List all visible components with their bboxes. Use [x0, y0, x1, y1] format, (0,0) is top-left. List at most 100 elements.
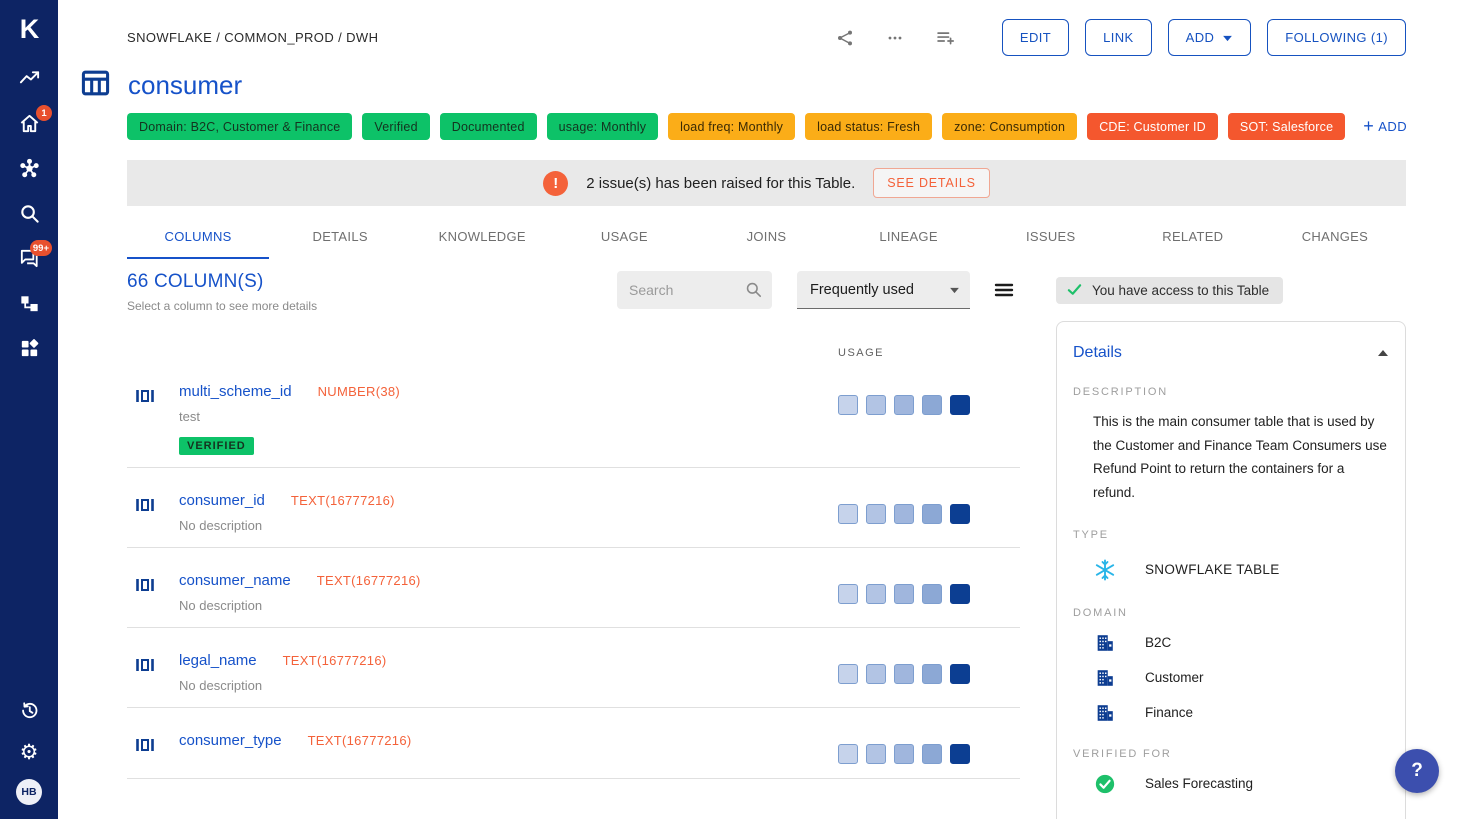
list-controls: Frequently used	[617, 271, 1016, 309]
verified-list: Sales Forecasting	[1073, 773, 1389, 795]
sidebar-item-apps[interactable]	[9, 339, 49, 363]
history-icon	[18, 699, 41, 727]
playlist-add-icon[interactable]	[935, 27, 956, 48]
tab-issues[interactable]: ISSUES	[980, 216, 1122, 259]
table-row[interactable]: legal_name TEXT(16777216) No description	[127, 628, 1020, 708]
column-icon	[133, 493, 157, 522]
link-button[interactable]: LINK	[1085, 19, 1152, 56]
title-row: consumer	[80, 69, 1406, 102]
column-info: consumer_type TEXT(16777216)	[179, 732, 838, 749]
following-button[interactable]: FOLLOWING (1)	[1267, 19, 1406, 56]
tab-usage[interactable]: USAGE	[553, 216, 695, 259]
sort-select[interactable]: Frequently used	[797, 271, 970, 309]
tag-chip[interactable]: load freq: Monthly	[668, 113, 795, 140]
sidebar-item-home[interactable]: 1	[9, 114, 49, 138]
column-description: No description	[179, 598, 838, 613]
sidebar-item-chat[interactable]: 99+	[9, 249, 49, 273]
tab-columns[interactable]: COLUMNS	[127, 216, 269, 259]
usage-column-header: USAGE	[127, 347, 1020, 359]
column-name[interactable]: consumer_name	[179, 572, 291, 589]
gear-icon: ⚙	[20, 742, 39, 763]
details-title: Details	[1073, 344, 1122, 362]
column-type: TEXT(16777216)	[291, 493, 395, 508]
access-status-badge: You have access to this Table	[1056, 277, 1283, 304]
tag-chip[interactable]: Verified	[362, 113, 429, 140]
building-icon	[1093, 667, 1117, 689]
description-label: DESCRIPTION	[1073, 386, 1389, 398]
columns-rows: multi_scheme_id NUMBER(38) test VERIFIED…	[127, 359, 1020, 779]
column-type: TEXT(16777216)	[283, 653, 387, 668]
sidebar-item-search[interactable]	[9, 204, 49, 228]
column-description: No description	[179, 678, 838, 693]
sidebar-item-graph[interactable]	[9, 159, 49, 183]
tag-chip[interactable]: usage: Monthly	[547, 113, 659, 140]
sidebar-item-settings[interactable]: ⚙	[9, 740, 49, 764]
domain-name: Finance	[1145, 705, 1193, 720]
user-avatar[interactable]: HB	[16, 779, 42, 805]
usage-indicator	[838, 664, 970, 684]
building-icon	[1093, 632, 1117, 654]
list-view-menu-icon[interactable]	[992, 278, 1016, 302]
breadcrumb[interactable]: SNOWFLAKE / COMMON_PROD / DWH	[127, 30, 378, 45]
tab-lineage[interactable]: LINEAGE	[838, 216, 980, 259]
column-name[interactable]: legal_name	[179, 652, 257, 669]
sidebar-item-lineage[interactable]	[9, 294, 49, 318]
add-tag-button[interactable]: + ADD	[1363, 116, 1407, 137]
list-header: 66 COLUMN(S) Select a column to see more…	[127, 271, 1020, 313]
sidebar-item-history[interactable]	[9, 701, 49, 725]
columns-subtitle: Select a column to see more details	[127, 299, 317, 313]
issue-banner: ! 2 issue(s) has been raised for this Ta…	[127, 160, 1406, 206]
type-value: SNOWFLAKE TABLE	[1145, 562, 1280, 577]
domain-item[interactable]: B2C	[1093, 632, 1389, 654]
verified-item[interactable]: Sales Forecasting	[1093, 773, 1389, 795]
column-info: multi_scheme_id NUMBER(38) test VERIFIED	[179, 383, 838, 455]
edit-button[interactable]: EDIT	[1002, 19, 1069, 56]
search-icon	[18, 202, 41, 230]
column-name[interactable]: consumer_type	[179, 732, 282, 749]
column-name[interactable]: multi_scheme_id	[179, 383, 292, 400]
table-row[interactable]: consumer_id TEXT(16777216) No descriptio…	[127, 468, 1020, 548]
tab-joins[interactable]: JOINS	[695, 216, 837, 259]
cluster-icon	[18, 157, 41, 185]
share-icon[interactable]	[835, 28, 855, 48]
tag-chip[interactable]: zone: Consumption	[942, 113, 1077, 140]
help-button[interactable]: ?	[1395, 749, 1439, 793]
tab-details[interactable]: DETAILS	[269, 216, 411, 259]
domain-label: DOMAIN	[1073, 607, 1389, 619]
top-bar: SNOWFLAKE / COMMON_PROD / DWH EDIT LINK …	[127, 0, 1406, 56]
usage-indicator	[838, 504, 970, 524]
description-text: This is the main consumer table that is …	[1093, 410, 1389, 505]
domain-list: B2C Customer Finance	[1073, 632, 1389, 724]
table-row[interactable]: multi_scheme_id NUMBER(38) test VERIFIED	[127, 359, 1020, 468]
add-button[interactable]: ADD	[1168, 19, 1252, 56]
tag-chip[interactable]: Documented	[440, 113, 537, 140]
app-logo[interactable]: K	[10, 10, 48, 48]
column-info: legal_name TEXT(16777216) No description	[179, 652, 838, 693]
tag-chip[interactable]: CDE: Customer ID	[1087, 113, 1218, 140]
domain-item[interactable]: Finance	[1093, 702, 1389, 724]
domain-item[interactable]: Customer	[1093, 667, 1389, 689]
tab-bar: COLUMNSDETAILSKNOWLEDGEUSAGEJOINSLINEAGE…	[127, 216, 1406, 259]
plus-icon: +	[1363, 116, 1374, 137]
tag-chip[interactable]: SOT: Salesforce	[1228, 113, 1345, 140]
collapse-icon[interactable]	[1377, 349, 1389, 357]
more-options-icon[interactable]	[885, 28, 905, 48]
sidebar-item-analytics[interactable]	[9, 69, 49, 93]
issue-banner-text: 2 issue(s) has been raised for this Tabl…	[586, 175, 855, 192]
details-panel: You have access to this Table Details DE…	[1056, 271, 1406, 819]
column-name[interactable]: consumer_id	[179, 492, 265, 509]
table-row[interactable]: consumer_type TEXT(16777216)	[127, 708, 1020, 779]
see-details-button[interactable]: SEE DETAILS	[873, 168, 989, 198]
table-icon	[80, 69, 111, 102]
search-icon	[744, 280, 763, 304]
tab-related[interactable]: RELATED	[1122, 216, 1264, 259]
table-row[interactable]: consumer_name TEXT(16777216) No descript…	[127, 548, 1020, 628]
tags-row: Domain: B2C, Customer & Finance Verified D…	[127, 113, 1406, 140]
verified-name: Sales Forecasting	[1145, 776, 1253, 791]
usage-indicator	[838, 584, 970, 604]
tag-chip[interactable]: Domain: B2C, Customer & Finance	[127, 113, 352, 140]
tab-changes[interactable]: CHANGES	[1264, 216, 1406, 259]
tag-chip[interactable]: load status: Fresh	[805, 113, 932, 140]
tab-knowledge[interactable]: KNOWLEDGE	[411, 216, 553, 259]
sidebar: K 1 99+	[0, 0, 58, 819]
